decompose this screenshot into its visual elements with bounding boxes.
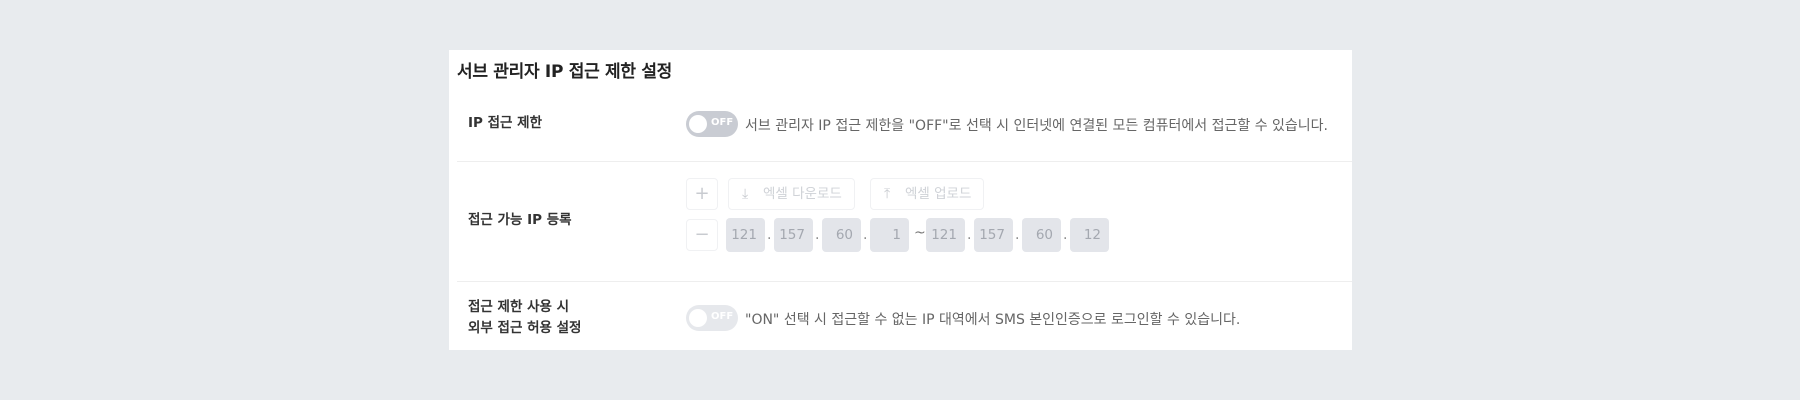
- ip-end-octet-2[interactable]: 157: [974, 218, 1013, 252]
- ip-range-row: 121 . 157 . 60 . 1 ~ 121 . 157 . 60 . 12: [686, 218, 1186, 254]
- toggle-state-label: OFF: [711, 117, 734, 128]
- ip-restriction-panel: 서브 관리자 IP 접근 제한 설정 IP 접근 제한 OFF 서브 관리자 I…: [449, 50, 1352, 350]
- ip-dot: .: [863, 227, 868, 243]
- external-access-description: "ON" 선택 시 접근할 수 없는 IP 대역에서 SMS 본인인증으로 로그…: [745, 312, 1241, 328]
- excel-download-button[interactable]: ⤓ 엑셀 다운로드: [728, 178, 855, 210]
- ip-restriction-toggle[interactable]: OFF: [686, 111, 738, 137]
- ip-end-octet-4[interactable]: 12: [1070, 218, 1109, 252]
- external-access-label: 접근 제한 사용 시 외부 접근 허용 설정: [468, 297, 581, 339]
- ip-dot: .: [967, 227, 972, 243]
- ip-restriction-description: 서브 관리자 IP 접근 제한을 "OFF"로 선택 시 인터넷에 연결된 모든…: [745, 118, 1329, 134]
- ip-restriction-label: IP 접근 제한: [468, 115, 542, 131]
- external-access-label-line2: 외부 접근 허용 설정: [468, 320, 582, 336]
- external-access-label-line1: 접근 제한 사용 시: [468, 299, 570, 315]
- row-allowed-ip: 접근 가능 IP 등록 + ⤓ 엑셀 다운로드 ⤒ 엑셀 업로드 − 121 .…: [457, 162, 1352, 282]
- ip-start-octet-4[interactable]: 1: [870, 218, 909, 252]
- upload-icon: ⤒: [884, 186, 891, 202]
- toggle-state-label: OFF: [711, 311, 734, 322]
- row-external-access: 접근 제한 사용 시 외부 접근 허용 설정 OFF "ON" 선택 시 접근할…: [457, 282, 1352, 350]
- ip-start-octet-1[interactable]: 121: [726, 218, 765, 252]
- download-icon: ⤓: [742, 186, 749, 202]
- add-ip-button[interactable]: +: [686, 178, 718, 210]
- ip-start-octet-2[interactable]: 157: [774, 218, 813, 252]
- ip-dot: .: [767, 227, 772, 243]
- ip-end-octet-1[interactable]: 121: [926, 218, 965, 252]
- ip-dot: .: [1063, 227, 1068, 243]
- allowed-ip-label: 접근 가능 IP 등록: [468, 212, 572, 228]
- external-access-toggle[interactable]: OFF: [686, 305, 738, 331]
- ip-start-octet-3[interactable]: 60: [822, 218, 861, 252]
- row-ip-restriction: IP 접근 제한 OFF 서브 관리자 IP 접근 제한을 "OFF"로 선택 …: [457, 87, 1352, 162]
- excel-upload-label: 엑셀 업로드: [905, 186, 972, 202]
- toggle-knob: [689, 115, 707, 133]
- ip-dot: .: [1015, 227, 1020, 243]
- panel-title: 서브 관리자 IP 접근 제한 설정: [457, 62, 673, 82]
- ip-dot: .: [815, 227, 820, 243]
- toggle-knob: [689, 309, 707, 327]
- ip-end-octet-3[interactable]: 60: [1022, 218, 1061, 252]
- excel-upload-button[interactable]: ⤒ 엑셀 업로드: [870, 178, 985, 210]
- ip-range-separator: ~: [914, 225, 926, 241]
- plus-icon: +: [694, 183, 710, 204]
- excel-download-label: 엑셀 다운로드: [763, 186, 842, 202]
